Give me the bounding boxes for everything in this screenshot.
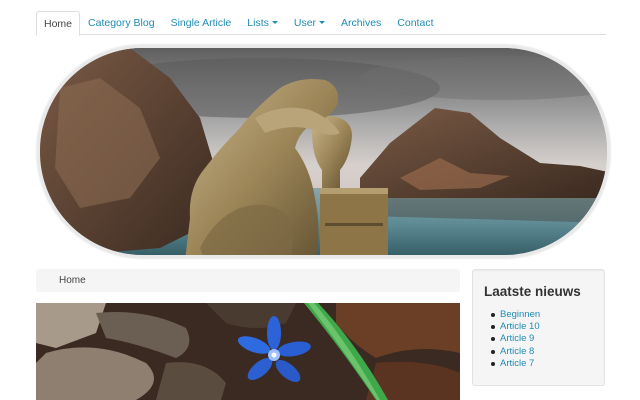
main-nav: Home Category Blog Single Article Lists … bbox=[36, 11, 606, 36]
latest-news-item[interactable]: Article 10 bbox=[491, 321, 540, 333]
latest-news-module: Laatste nieuws Beginnen Article 10 Artic… bbox=[472, 269, 605, 386]
nav-item-lists-label: Lists bbox=[247, 17, 269, 29]
latest-news-item[interactable]: Article 9 bbox=[491, 333, 540, 345]
nav-item-single-article[interactable]: Single Article bbox=[163, 11, 240, 35]
latest-news-item[interactable]: Beginnen bbox=[491, 309, 540, 321]
header-banner-image bbox=[37, 45, 610, 258]
caret-down-icon bbox=[271, 20, 278, 24]
article-image bbox=[36, 303, 460, 400]
module-title: Laatste nieuws bbox=[484, 284, 581, 299]
nav-item-home[interactable]: Home bbox=[36, 11, 81, 36]
caret-down-icon bbox=[319, 20, 326, 24]
latest-news-item[interactable]: Article 7 bbox=[491, 358, 540, 370]
nav-item-category-blog[interactable]: Category Blog bbox=[80, 11, 163, 35]
banner-artwork bbox=[40, 48, 607, 255]
latest-news-item[interactable]: Article 8 bbox=[491, 346, 540, 358]
latest-news-list: Beginnen Article 10 Article 9 Article 8 … bbox=[491, 309, 540, 370]
nav-item-contact[interactable]: Contact bbox=[389, 11, 441, 35]
nav-item-lists[interactable]: Lists bbox=[239, 11, 286, 35]
breadcrumb: Home bbox=[36, 269, 460, 292]
nav-item-archives[interactable]: Archives bbox=[333, 11, 389, 35]
nav-item-user-label: User bbox=[293, 17, 317, 29]
article-photo bbox=[36, 303, 460, 400]
breadcrumb-home[interactable]: Home bbox=[59, 275, 86, 286]
nav-item-user[interactable]: User bbox=[286, 11, 333, 35]
